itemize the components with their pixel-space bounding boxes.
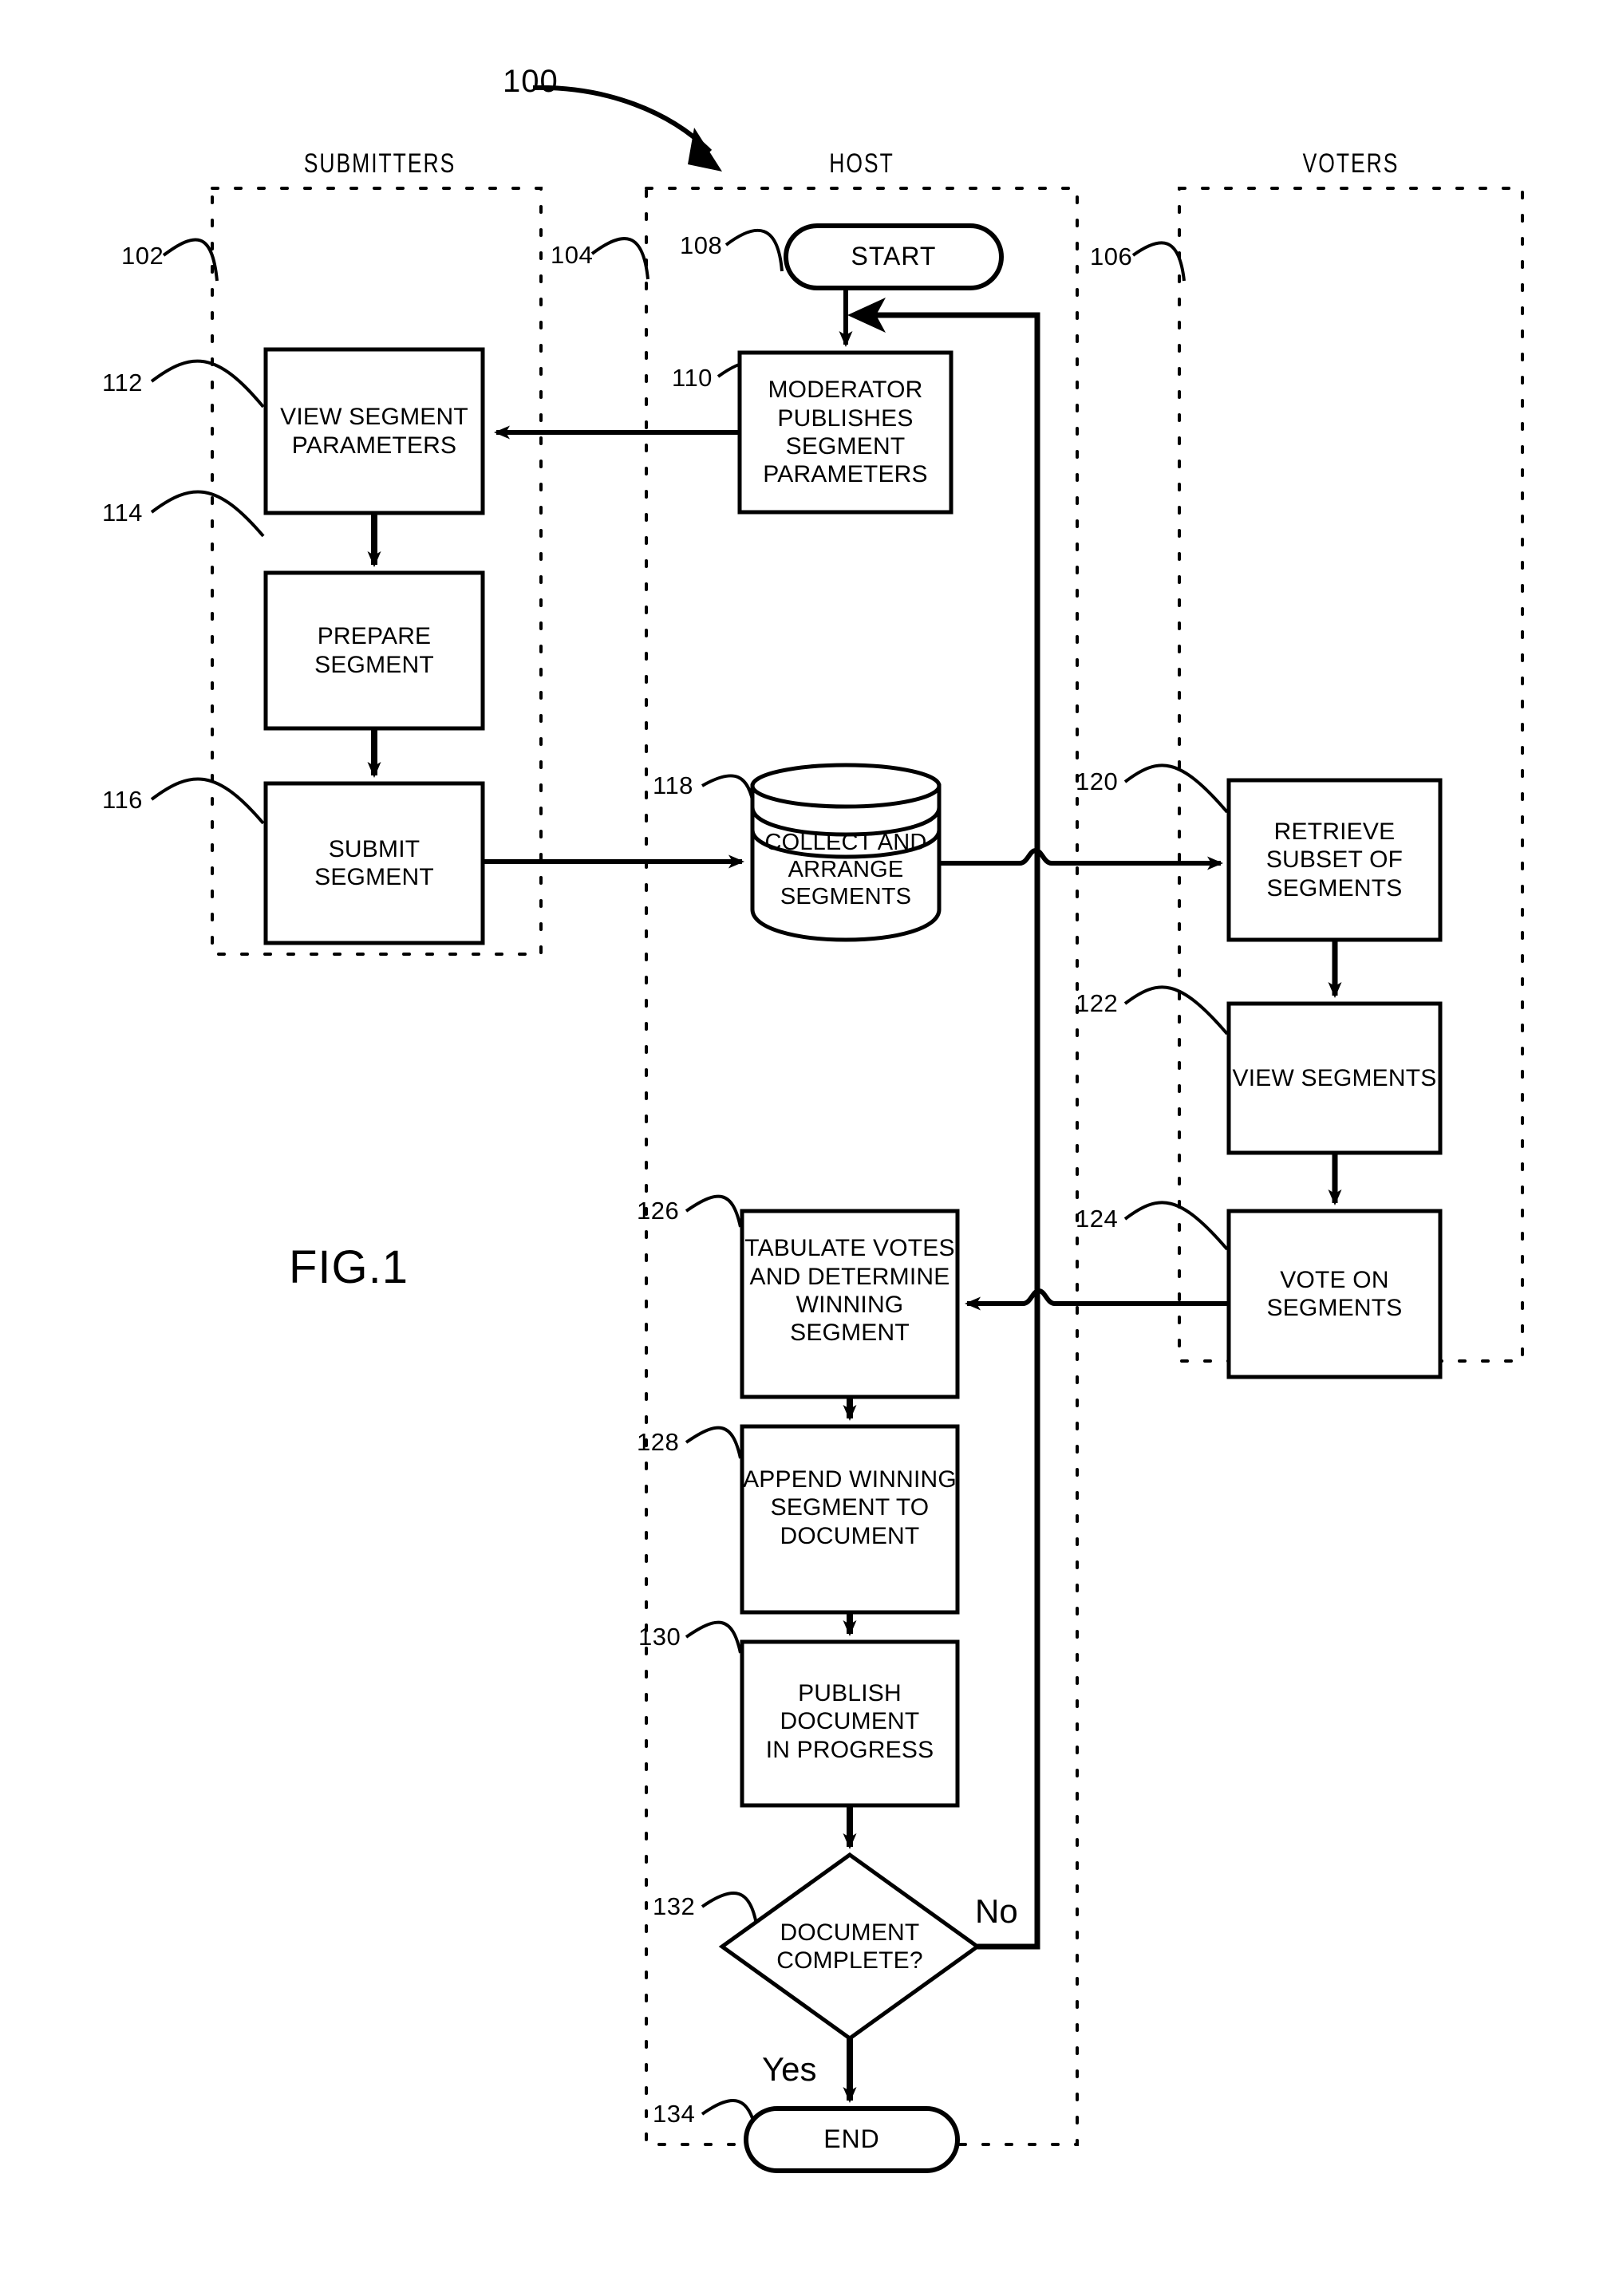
patent-figure-page: SUBMITTERS HOST VOTERS 100 FIG.1 START M…: [0, 0, 1599, 2296]
ref-leaders: [150, 228, 1229, 2132]
ref-numeral-130: 130: [638, 1623, 681, 1651]
edge-vote-to-tabulate: [965, 1288, 1229, 1311]
ref-numeral-112: 112: [102, 369, 143, 396]
ref-numeral-124: 124: [1076, 1205, 1119, 1233]
ref-numeral-110: 110: [672, 364, 713, 392]
ref-numeral-134: 134: [653, 2100, 696, 2128]
ref-numeral-126: 126: [637, 1197, 680, 1225]
ref-numeral-102: 102: [121, 242, 164, 270]
column-title-voters: VOTERS: [1302, 148, 1400, 179]
ref-numeral-132: 132: [653, 1892, 696, 1920]
figure-label: FIG.1: [289, 1241, 409, 1293]
node-publish-shape: [740, 1639, 960, 1808]
node-prepare-shape: [263, 570, 485, 731]
ref-numeral-104: 104: [551, 241, 594, 269]
ref-numeral-122: 122: [1076, 989, 1119, 1017]
node-moderator-shape: [737, 350, 953, 515]
node-view-params-shape: [263, 347, 485, 515]
ref-numeral-120: 120: [1076, 767, 1119, 795]
node-end-shape: [744, 2106, 960, 2173]
node-view-segments-shape: [1226, 1001, 1443, 1155]
node-decision-shape: [718, 1852, 981, 2042]
swimlane-voters: [1178, 187, 1524, 1363]
ref-numeral-108: 108: [680, 231, 723, 259]
system-lead-arrow: [532, 85, 722, 172]
node-collect-shape: [750, 763, 942, 942]
edge-label-yes: Yes: [762, 2050, 817, 2088]
node-vote-shape: [1226, 1209, 1443, 1379]
ref-numeral-106: 106: [1090, 243, 1133, 270]
ref-numeral-128: 128: [637, 1428, 680, 1456]
system-ref-100: 100: [503, 64, 559, 99]
ref-numeral-114: 114: [102, 499, 143, 527]
column-title-submitters: SUBMITTERS: [303, 148, 456, 179]
flow-edges: [367, 288, 1342, 2103]
node-tabulate-shape: [740, 1209, 960, 1399]
node-retrieve-shape: [1226, 778, 1443, 942]
ref-numeral-116: 116: [102, 786, 143, 814]
ref-numeral-118: 118: [653, 771, 693, 799]
node-start-shape: [784, 223, 1004, 290]
node-append-shape: [740, 1424, 960, 1615]
node-submit-shape: [263, 781, 485, 945]
flowchart-canvas: [150, 85, 1524, 2173]
column-title-host: HOST: [829, 148, 894, 179]
edge-label-no: No: [975, 1892, 1018, 1930]
